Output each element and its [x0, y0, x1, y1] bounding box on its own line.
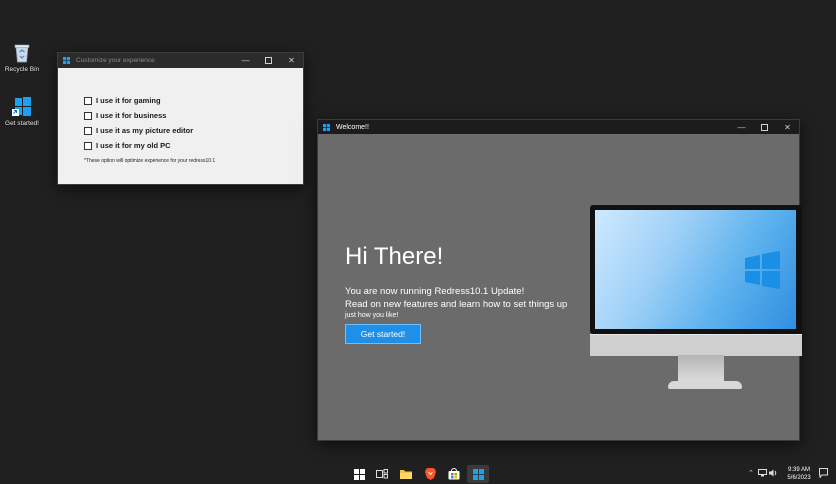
- hero-heading: Hi There!: [345, 243, 444, 270]
- notification-icon[interactable]: [819, 468, 828, 480]
- brave-browser-icon[interactable]: [423, 467, 437, 481]
- welcome-titlebar[interactable]: Welcome!! — ✕: [318, 120, 799, 134]
- start-icon[interactable]: [352, 467, 366, 481]
- get-started-shortcut[interactable]: Get started!: [0, 96, 44, 127]
- maximize-icon: [265, 57, 272, 64]
- task-view-icon[interactable]: [375, 467, 389, 481]
- clock-time: 9:39 AM: [787, 467, 810, 473]
- option-label: I use it as my picture editor: [96, 126, 194, 135]
- checkbox[interactable]: [84, 126, 92, 135]
- option-gaming[interactable]: I use it for gaming: [84, 93, 193, 108]
- maximize-button[interactable]: [753, 120, 776, 134]
- windows-logo-icon: [11, 96, 33, 118]
- app-logo-icon: [323, 123, 330, 131]
- options-list: I use it for gaming I use it for busines…: [84, 93, 193, 153]
- checkbox[interactable]: [84, 141, 92, 150]
- monitor-screen: [595, 210, 796, 329]
- monitor-base: [668, 381, 742, 389]
- recycle-bin-icon: [11, 42, 33, 64]
- option-label: I use it for my old PC: [96, 141, 171, 150]
- get-started-label: Get started!: [5, 120, 39, 127]
- recycle-bin-shortcut[interactable]: Recycle Bin: [0, 42, 44, 73]
- close-icon: ✕: [784, 122, 791, 132]
- display-icon[interactable]: [758, 469, 767, 479]
- customize-titlebar[interactable]: Customize your experience — ✕: [58, 53, 303, 68]
- welcome-title: Welcome!!: [336, 123, 369, 131]
- windows-wallpaper-logo-icon: [745, 251, 780, 289]
- customize-title: Customize your experience: [76, 57, 155, 64]
- minimize-icon: —: [737, 122, 746, 132]
- minimize-icon: —: [241, 56, 250, 65]
- file-explorer-icon[interactable]: [399, 467, 413, 481]
- hero-line-3: just how you like!: [345, 312, 399, 319]
- minimize-button[interactable]: —: [234, 53, 257, 68]
- app-logo-icon: [63, 57, 70, 64]
- volume-icon[interactable]: [769, 469, 778, 479]
- maximize-icon: [761, 123, 768, 131]
- options-note: *These option will optimize experience f…: [84, 158, 216, 164]
- store-icon[interactable]: [447, 467, 461, 481]
- option-old-pc[interactable]: I use it for my old PC: [84, 138, 193, 153]
- close-button[interactable]: ✕: [776, 120, 799, 134]
- option-picture-editor[interactable]: I use it as my picture editor: [84, 123, 193, 138]
- checkbox[interactable]: [84, 111, 92, 120]
- chevron-up-icon[interactable]: ⌃: [748, 469, 754, 477]
- minimize-button[interactable]: —: [730, 120, 753, 134]
- hero-line-1: You are now running Redress10.1 Update!: [345, 286, 525, 297]
- maximize-button[interactable]: [257, 53, 280, 68]
- customize-window: Customize your experience — ✕ I use it f…: [57, 52, 304, 185]
- recycle-bin-label: Recycle Bin: [4, 66, 40, 73]
- option-label: I use it for business: [96, 111, 167, 120]
- taskbar: ⌃ 9:39 AM 5/6/2023: [0, 464, 836, 484]
- close-button[interactable]: ✕: [280, 53, 303, 68]
- checkbox[interactable]: [84, 96, 92, 105]
- welcome-app-icon[interactable]: [467, 465, 489, 483]
- clock-date: 5/6/2023: [787, 475, 811, 481]
- close-icon: ✕: [288, 56, 295, 65]
- welcome-window: Welcome!! — ✕ Hi There! You are now runn…: [317, 119, 802, 441]
- welcome-content: Hi There! You are now running Redress10.…: [318, 134, 802, 440]
- option-business[interactable]: I use it for business: [84, 108, 193, 123]
- get-started-button[interactable]: Get started!: [345, 324, 421, 344]
- hero-line-2: Read on new features and learn how to se…: [345, 299, 568, 310]
- system-clock[interactable]: 9:39 AM 5/6/2023: [783, 466, 815, 482]
- option-label: I use it for gaming: [96, 96, 161, 105]
- monitor-chin: [590, 334, 802, 356]
